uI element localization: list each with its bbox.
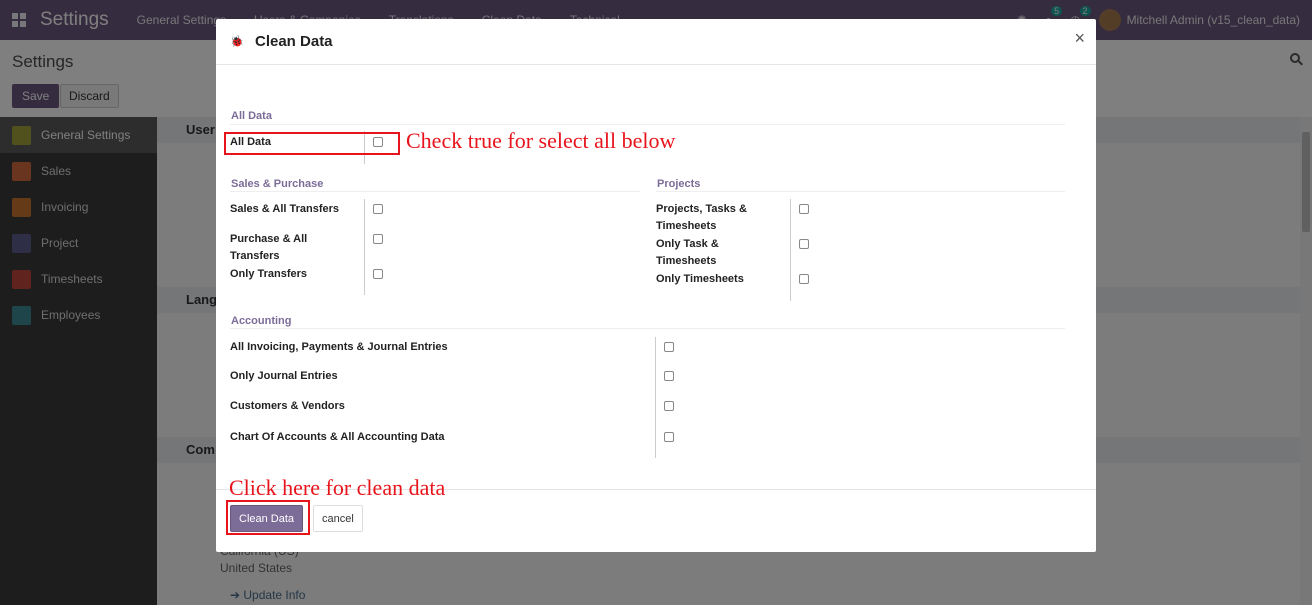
bug-icon: 🐞: [230, 35, 244, 48]
annotation-clean-note: Click here for clean data: [229, 475, 446, 500]
group-divider: [230, 328, 1065, 329]
group-accounting-title: Accounting: [231, 315, 292, 327]
projects-tasks-timesheets-checkbox[interactable]: [799, 204, 809, 214]
chart-of-accounts-checkbox[interactable]: [664, 432, 674, 442]
only-journal-entries-label: Only Journal Entries: [230, 370, 338, 382]
only-transfers-checkbox[interactable]: [373, 269, 383, 279]
projects-tasks-timesheets-label: Projects, Tasks & Timesheets: [656, 203, 747, 232]
sales-all-transfers-label: Sales & All Transfers: [230, 203, 340, 215]
dialog-header: 🐞 Clean Data: [216, 19, 1096, 65]
field-separator: [364, 199, 365, 295]
group-divider: [656, 191, 1065, 192]
all-invoicing-label: All Invoicing, Payments & Journal Entrie…: [230, 341, 448, 353]
only-journal-entries-checkbox[interactable]: [664, 371, 674, 381]
only-task-timesheets-checkbox[interactable]: [799, 239, 809, 249]
only-transfers-label: Only Transfers: [230, 268, 308, 280]
close-icon[interactable]: ×: [1074, 29, 1085, 47]
only-timesheets-checkbox[interactable]: [799, 274, 809, 284]
annotation-box-all-data: [224, 132, 400, 155]
only-task-timesheets-label: Only Task & Timesheets: [656, 238, 719, 267]
group-divider: [230, 191, 640, 192]
dialog-title: Clean Data: [255, 33, 333, 50]
sales-all-transfers-checkbox[interactable]: [373, 204, 383, 214]
purchase-all-transfers-checkbox[interactable]: [373, 234, 383, 244]
clean-data-dialog: 🐞 Clean Data × All Data All Data Sales &…: [216, 19, 1096, 552]
annotation-box-clean-button: [226, 500, 310, 535]
chart-of-accounts-label: Chart Of Accounts & All Accounting Data: [230, 431, 445, 443]
group-projects-title: Projects: [657, 178, 701, 190]
only-timesheets-label: Only Timesheets: [656, 273, 744, 285]
customers-vendors-checkbox[interactable]: [664, 401, 674, 411]
field-separator: [790, 199, 791, 301]
all-invoicing-checkbox[interactable]: [664, 342, 674, 352]
group-sales-purchase-title: Sales & Purchase: [231, 178, 324, 190]
field-separator: [655, 337, 656, 458]
customers-vendors-label: Customers & Vendors: [230, 400, 345, 412]
purchase-all-transfers-label: Purchase & All Transfers: [230, 233, 308, 262]
group-all-data-title: All Data: [231, 110, 272, 122]
group-divider: [230, 124, 1065, 125]
annotation-select-all-note: Check true for select all below: [406, 128, 676, 153]
cancel-button[interactable]: cancel: [313, 505, 363, 532]
